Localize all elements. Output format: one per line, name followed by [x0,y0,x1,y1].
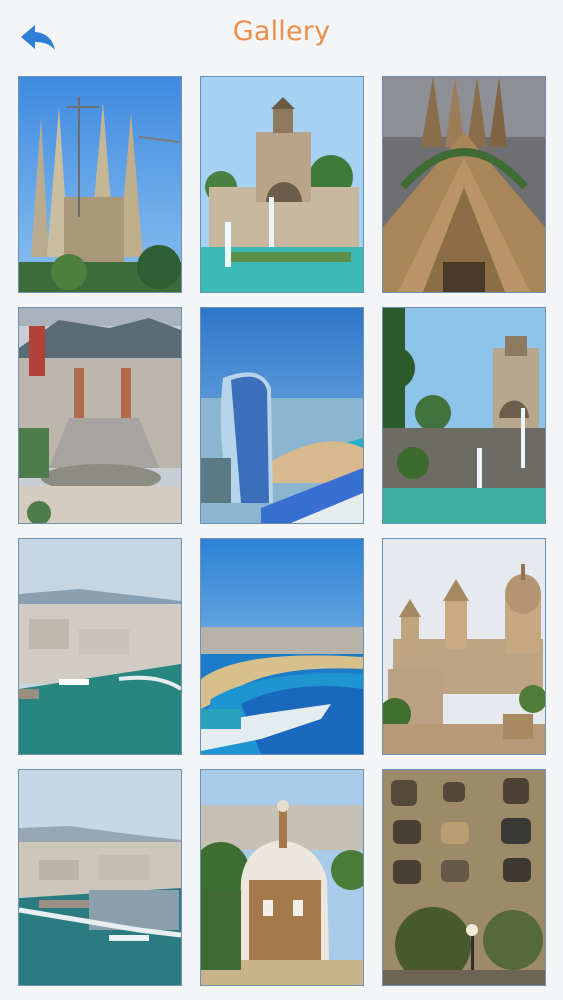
gallery-item-sagrada-familia-towers[interactable] [18,76,182,293]
gallery-item-placa-espanya-aerial[interactable] [18,307,182,524]
gallery-item-w-hotel-beach[interactable] [200,307,364,524]
gallery-image [19,539,181,754]
gallery-image [383,539,545,754]
gallery-screen: Gallery [0,0,563,1000]
page-title: Gallery [232,16,331,47]
gallery-image [383,770,545,985]
header: Gallery [0,0,563,72]
gallery-item-sagrada-familia-facade[interactable] [382,76,546,293]
gallery-item-port-aerial[interactable] [18,538,182,755]
gallery-grid [18,76,546,986]
gallery-image [201,77,363,292]
gallery-image [19,77,181,292]
gallery-image [19,308,181,523]
gallery-image [19,770,181,985]
gallery-item-montjuic-palace[interactable] [382,538,546,755]
gallery-item-port-vell-marina[interactable] [18,769,182,986]
gallery-item-park-guell-house[interactable] [200,769,364,986]
gallery-image [383,308,545,523]
gallery-item-parc-ciutadella-fountain[interactable] [200,76,364,293]
gallery-image [201,770,363,985]
gallery-item-barceloneta-coast[interactable] [200,538,364,755]
gallery-image [383,77,545,292]
gallery-image [201,308,363,523]
gallery-item-cascada-fountain[interactable] [382,307,546,524]
gallery-item-casa-batllo-facade[interactable] [382,769,546,986]
gallery-image [201,539,363,754]
